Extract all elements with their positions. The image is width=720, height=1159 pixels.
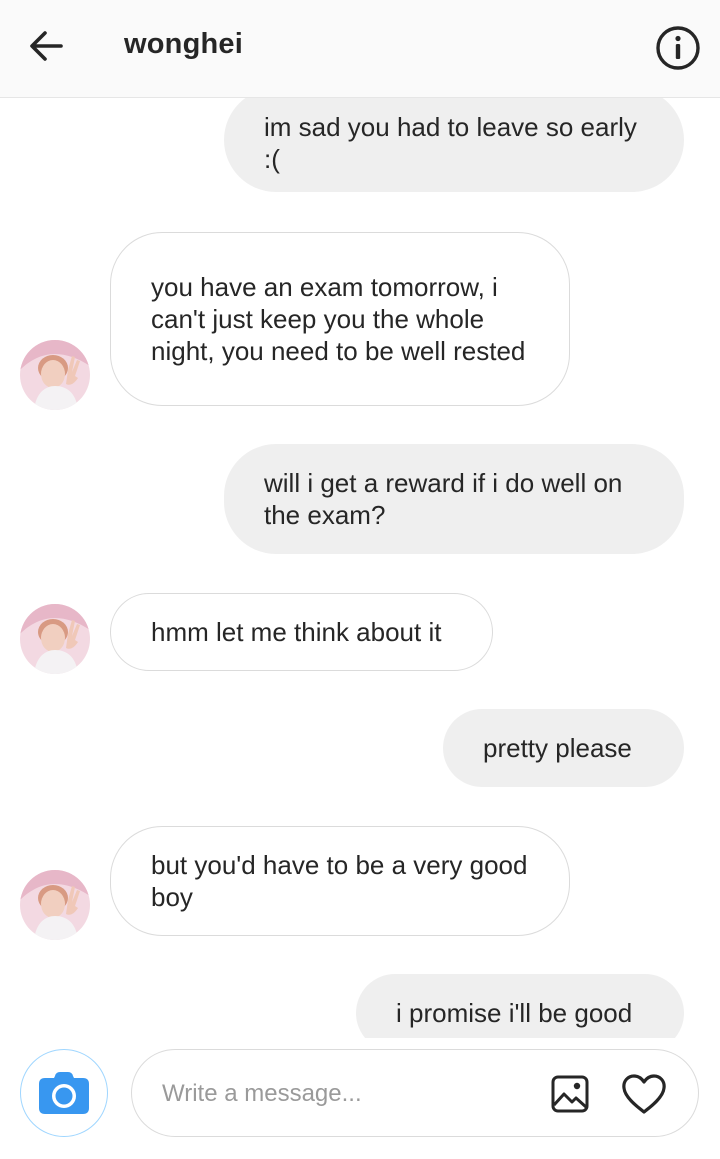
profile-photo xyxy=(20,604,90,674)
profile-photo xyxy=(20,340,90,410)
contact-avatar[interactable] xyxy=(20,340,90,410)
received-message[interactable]: hmm let me think about it xyxy=(110,593,493,671)
message-text: but you'd have to be a very good boy xyxy=(151,850,528,912)
camera-button[interactable] xyxy=(20,1049,108,1137)
message-text: pretty please xyxy=(483,733,632,763)
message-text: you have an exam tomorrow, i can't just … xyxy=(151,272,526,366)
gallery-button[interactable] xyxy=(550,1074,590,1114)
sent-message[interactable]: will i get a reward if i do well on the … xyxy=(224,444,684,554)
back-button[interactable] xyxy=(26,26,66,66)
direct-message-screen: wonghei im sad you had to leave so early… xyxy=(0,0,720,1159)
chat-header: wonghei xyxy=(0,0,720,98)
arrow-left-icon xyxy=(30,31,63,61)
message-text: will i get a reward if i do well on the … xyxy=(264,468,623,530)
message-text: hmm let me think about it xyxy=(151,617,442,647)
sent-message[interactable]: pretty please xyxy=(443,709,684,787)
info-circle-icon xyxy=(656,26,700,70)
message-input[interactable] xyxy=(160,1070,544,1118)
contact-avatar[interactable] xyxy=(20,604,90,674)
received-message[interactable]: but you'd have to be a very good boy xyxy=(110,826,570,936)
profile-photo xyxy=(20,870,90,940)
image-icon xyxy=(551,1075,589,1113)
contact-avatar[interactable] xyxy=(20,870,90,940)
sent-message[interactable]: im sad you had to leave so early :( xyxy=(224,98,684,192)
received-message[interactable]: you have an exam tomorrow, i can't just … xyxy=(110,232,570,406)
message-text: im sad you had to leave so early :( xyxy=(264,112,637,174)
message-input-wrapper xyxy=(131,1049,699,1137)
camera-icon xyxy=(39,1072,89,1114)
message-composer xyxy=(0,1038,720,1159)
like-button[interactable] xyxy=(620,1072,668,1116)
message-thread[interactable]: im sad you had to leave so early :( you … xyxy=(0,98,720,1038)
sent-message[interactable]: i promise i'll be good xyxy=(356,974,684,1038)
info-button[interactable] xyxy=(654,24,702,72)
heart-icon xyxy=(622,1074,666,1114)
chat-username[interactable]: wonghei xyxy=(124,28,243,61)
message-text: i promise i'll be good xyxy=(396,998,633,1028)
